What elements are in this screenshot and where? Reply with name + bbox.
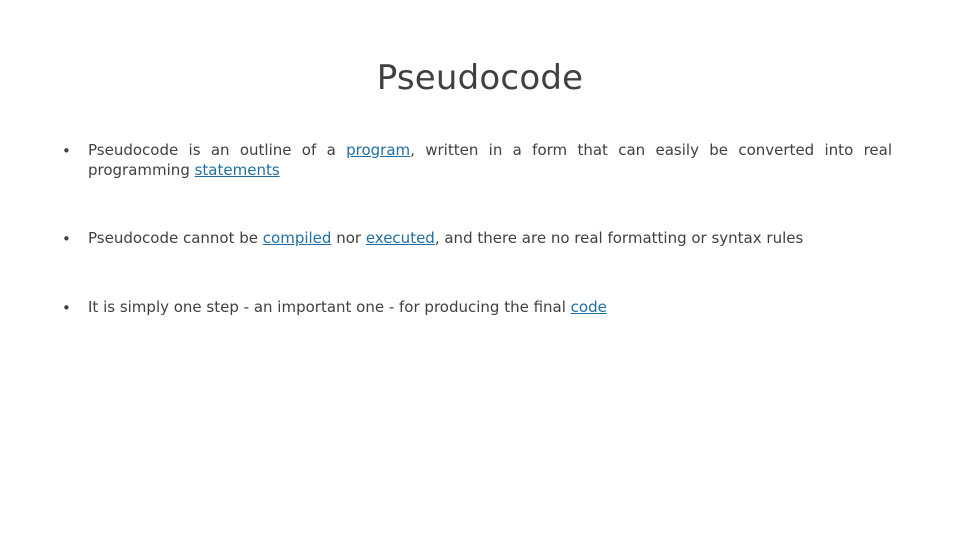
bullet-3-link-code[interactable]: code [571, 298, 607, 316]
bullet-1-text: Pseudocode is an outline of a program, w… [88, 140, 892, 180]
slide-canvas: Pseudocode • Pseudocode is an outline of… [0, 0, 960, 540]
bullet-marker-icon: • [62, 299, 71, 317]
list-item: • Pseudocode is an outline of a program,… [62, 140, 892, 180]
bullet-2-link-compiled[interactable]: compiled [263, 229, 332, 247]
bullet-2-text: Pseudocode cannot be compiled nor execut… [88, 228, 892, 248]
bullet-2-segment-1: Pseudocode cannot be [88, 229, 263, 247]
bullet-marker-icon: • [62, 142, 71, 160]
bullet-1-link-program[interactable]: program [346, 141, 410, 159]
bullet-1-link-statements[interactable]: statements [195, 161, 280, 179]
list-item: • It is simply one step - an important o… [62, 297, 892, 318]
slide-body: • Pseudocode is an outline of a program,… [62, 140, 892, 346]
list-item: • Pseudocode cannot be compiled nor exec… [62, 228, 892, 249]
page-title: Pseudocode [376, 58, 584, 98]
bullet-2-link-executed[interactable]: executed [366, 229, 435, 247]
bullet-1-segment-1: Pseudocode is an outline of a [88, 141, 347, 159]
bullet-2-segment-5: , and there are no real formatting or sy… [434, 229, 804, 247]
bullet-3-text: It is simply one step - an important one… [88, 297, 892, 317]
bullet-2-segment-3: nor [331, 229, 366, 247]
bullet-marker-icon: • [62, 230, 71, 248]
bullet-3-segment-1: It is simply one step - an important one… [88, 298, 571, 316]
